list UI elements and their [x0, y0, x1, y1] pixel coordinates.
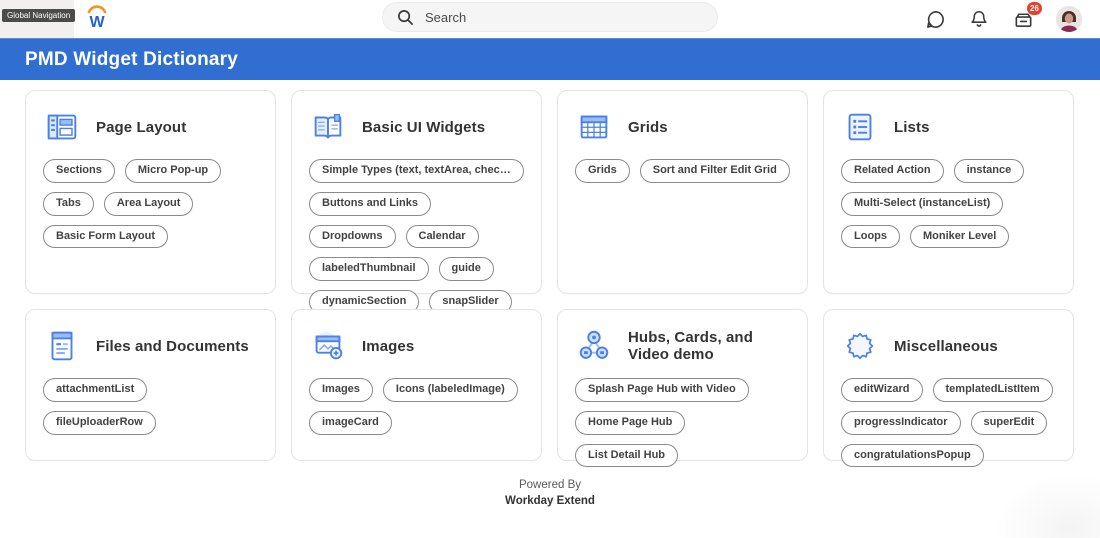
widget-chip[interactable]: Micro Pop-up	[124, 159, 222, 183]
chip-group: editWizard templatedListItem progressIndic…	[841, 378, 1056, 468]
card-title: Miscellaneous	[894, 337, 998, 355]
widget-chip[interactable]: Tabs	[43, 191, 94, 216]
card-title: Hubs, Cards, and Video demo	[628, 329, 753, 363]
powered-by-text: Powered By	[518, 479, 581, 491]
card-title: Grids	[628, 118, 668, 136]
page-header: PMD Widget Dictionary	[0, 38, 1100, 80]
chip-group: Simple Types (text, textArea, checkbox..…	[309, 159, 524, 314]
chip-group: Sections Micro Pop-up Tabs Area Layout Basic…	[43, 159, 258, 249]
list-icon	[841, 108, 879, 146]
starburst-icon	[841, 327, 879, 365]
widget-category-grid: Page Layout Sections Micro Pop-up Tabs Area…	[25, 90, 1100, 468]
search-input[interactable]	[425, 9, 703, 25]
workday-logo-icon[interactable]: W	[84, 3, 110, 33]
widget-chip[interactable]: Related Action	[841, 159, 944, 183]
widget-chip[interactable]: Loops	[841, 224, 900, 249]
card-hubs-cards-video: Hubs, Cards, and Video demo Splash Page …	[557, 309, 808, 468]
widget-chip[interactable]: attachmentList	[43, 378, 148, 402]
widget-chip[interactable]: congratulationsPopup	[841, 443, 984, 468]
card-files-and-documents: Files and Documents attachmentList fileUp…	[25, 309, 276, 461]
widget-chip[interactable]: List Detail Hub	[575, 443, 679, 468]
avatar[interactable]	[1056, 6, 1082, 32]
global-search[interactable]	[382, 2, 718, 32]
page-title: PMD Widget Dictionary	[25, 48, 239, 70]
widget-chip[interactable]: Basic Form Layout	[43, 224, 169, 249]
workday-extend-brand: Workday Extend	[505, 494, 595, 507]
widget-chip[interactable]: Simple Types (text, textArea, checkbox..…	[309, 159, 524, 183]
grid-icon	[575, 108, 613, 146]
widget-chip[interactable]: Buttons and Links	[309, 191, 431, 216]
top-bar: Global Navigation W Search 26	[0, 0, 1100, 38]
widget-chip[interactable]: instance	[953, 159, 1025, 183]
widget-chip[interactable]: Images	[309, 378, 373, 402]
widget-chip[interactable]: Area Layout	[103, 191, 194, 216]
inbox-icon[interactable]: 26	[1012, 2, 1042, 30]
page-layout-icon	[43, 108, 81, 146]
chip-group: Grids Sort and Filter Edit Grid	[575, 159, 790, 183]
widget-chip[interactable]: guide	[438, 257, 494, 281]
card-images: Images Images Icons (labeledImage) imageCa…	[291, 309, 542, 461]
hub-icon	[575, 327, 613, 365]
card-page-layout: Page Layout Sections Micro Pop-up Tabs Area…	[25, 90, 276, 294]
global-navigation-button[interactable]: Global Navigation	[0, 0, 76, 38]
card-basic-ui-widgets: Basic UI Widgets Simple Types (text, tex…	[291, 90, 542, 314]
book-icon	[309, 108, 347, 146]
chip-group: Images Icons (labeledImage) imageCard	[309, 378, 524, 435]
widget-chip[interactable]: Icons (labeledImage)	[382, 378, 518, 402]
footer: Powered By Workday Extend	[0, 478, 1100, 509]
chip-group: Related Action instance Multi-Select (inst…	[841, 159, 1056, 249]
chip-group: Splash Page Hub with Video Home Page Hub L…	[575, 378, 790, 468]
svg-text:W: W	[89, 14, 105, 31]
widget-chip[interactable]: Grids	[575, 159, 630, 183]
widget-chip[interactable]: Sections	[43, 159, 115, 183]
widget-chip[interactable]: Dropdowns	[309, 224, 396, 249]
widget-chip[interactable]: editWizard	[841, 378, 923, 402]
notifications-icon[interactable]	[968, 8, 990, 30]
card-grids: Grids Grids Sort and Filter Edit Grid	[557, 90, 808, 294]
card-title: Images	[362, 337, 415, 355]
search-icon	[397, 9, 414, 26]
widget-chip[interactable]: Moniker Level	[910, 224, 1010, 249]
widget-chip[interactable]: Multi-Select (instanceList)	[841, 191, 1004, 216]
card-title: Lists	[894, 118, 930, 136]
widget-chip[interactable]: Splash Page Hub with Video	[575, 378, 749, 402]
widget-chip[interactable]: imageCard	[309, 410, 392, 435]
document-icon	[43, 327, 81, 365]
inbox-badge: 26	[1027, 2, 1042, 15]
card-miscellaneous: Miscellaneous editWizard templatedListIte…	[823, 309, 1074, 468]
widget-chip[interactable]: templatedListItem	[932, 378, 1053, 402]
card-title: Page Layout	[96, 118, 187, 136]
chat-icon[interactable]	[924, 8, 946, 30]
card-title: Basic UI Widgets	[362, 118, 486, 136]
widget-chip[interactable]: fileUploaderRow	[43, 410, 156, 435]
card-title: Files and Documents	[96, 337, 249, 355]
widget-chip[interactable]: labeledThumbnail	[309, 257, 429, 281]
image-icon	[309, 327, 347, 365]
chip-group: attachmentList fileUploaderRow	[43, 378, 258, 435]
widget-chip[interactable]: superEdit	[970, 410, 1048, 435]
widget-chip[interactable]: Home Page Hub	[575, 410, 686, 435]
widget-chip[interactable]: Sort and Filter Edit Grid	[639, 159, 790, 183]
widget-chip[interactable]: progressIndicator	[841, 410, 961, 435]
card-lists: Lists Related Action instance Multi-Select…	[823, 90, 1074, 294]
global-navigation-tooltip: Global Navigation	[2, 9, 76, 22]
widget-chip[interactable]: Calendar	[405, 224, 479, 249]
